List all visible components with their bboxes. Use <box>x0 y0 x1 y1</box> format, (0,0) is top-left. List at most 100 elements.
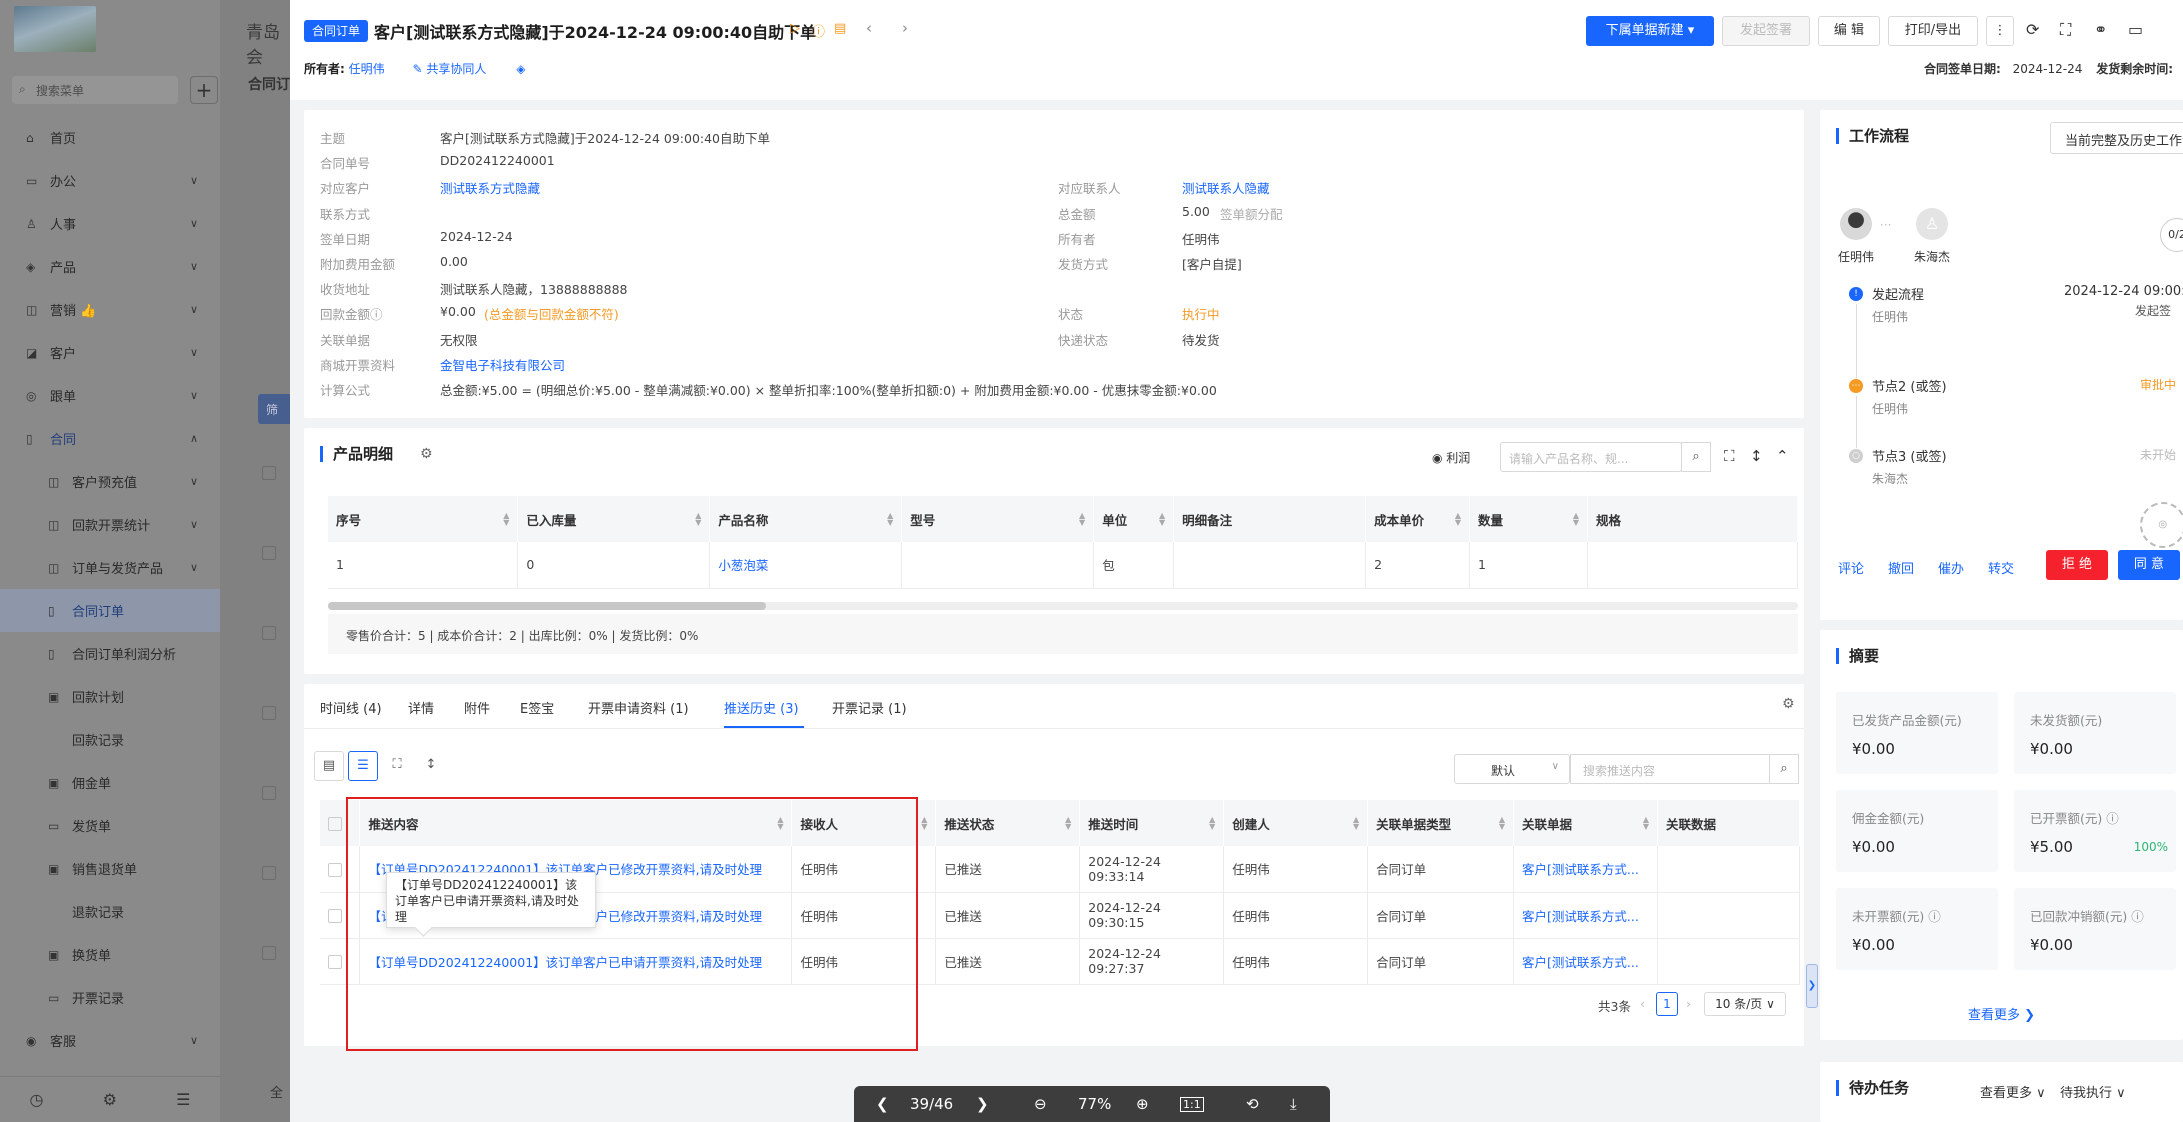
background-filter-button[interactable]: 筛 <box>258 394 292 424</box>
column-header[interactable]: 推送状态 ▲ ▼ <box>935 800 1081 846</box>
column-header[interactable]: 关联数据 <box>1657 800 1800 846</box>
sidebar-item[interactable]: ▭ 发货单 <box>0 804 220 847</box>
profit-toggle[interactable]: ◉ 利润 <box>1432 449 1470 466</box>
background-checkbox[interactable] <box>262 706 276 720</box>
background-checkbox[interactable] <box>262 866 276 880</box>
background-checkbox[interactable] <box>262 626 276 640</box>
zoom-out-icon[interactable]: ⊖ <box>1034 1095 1047 1113</box>
sort-icon[interactable]: ▲ ▼ <box>1643 816 1649 831</box>
tab[interactable]: 详情 <box>408 698 434 717</box>
tag-icon[interactable]: ◈ <box>516 62 525 76</box>
tab[interactable]: 附件 <box>464 698 490 717</box>
sidebar-item[interactable]: ◈ 产品 ∨ <box>0 245 220 288</box>
fullscreen-icon[interactable]: ⛶ <box>2060 20 2071 40</box>
table-cell[interactable]: 客户[测试联系方式... <box>1513 846 1659 893</box>
sidebar-item[interactable]: ◎ 跟单 ∨ <box>0 374 220 417</box>
column-header[interactable]: 成本单价 ▲ ▼ <box>1365 496 1471 542</box>
share-collaborators-link[interactable]: 共享协同人 <box>426 62 486 76</box>
sort-icon[interactable]: ▲ ▼ <box>1209 816 1215 831</box>
window-icon[interactable]: ▭ <box>2128 20 2143 39</box>
column-header[interactable]: 关联单据类型 ▲ ▼ <box>1367 800 1515 846</box>
column-header[interactable]: 型号 ▲ ▼ <box>901 496 1095 542</box>
note-icon[interactable]: ▤ <box>834 21 846 36</box>
workflow-history-button[interactable]: 当前完整及历史工作流 <box>2050 122 2183 154</box>
fullscreen-icon[interactable]: ⛶ <box>382 751 412 781</box>
more-menu-icon[interactable]: ⋮ <box>1986 16 2014 46</box>
sidebar-item[interactable]: ▭ 办公 ∨ <box>0 159 220 202</box>
tab[interactable]: E签宝 <box>520 698 554 717</box>
settings-icon[interactable]: ⚙ <box>103 1090 117 1109</box>
sort-icon[interactable]: ▲ ▼ <box>1353 816 1359 831</box>
sidebar-item[interactable]: ◫ 营销 👍 ∨ <box>0 288 220 331</box>
sort-icon[interactable]: ▲ ▼ <box>1499 816 1505 831</box>
column-header[interactable]: 已入库量 ▲ ▼ <box>517 496 711 542</box>
tab[interactable]: 推送历史 (3) <box>724 698 799 717</box>
list-view-icon[interactable]: ☰ <box>348 751 378 781</box>
actual-size-icon[interactable]: 1:1 <box>1180 1097 1204 1112</box>
page-number[interactable]: 1 <box>1656 992 1678 1016</box>
download-icon[interactable]: ⤓ <box>1290 1095 1297 1113</box>
view-more-link[interactable]: 查看更多 ❯ <box>1968 1004 2035 1023</box>
background-checkbox[interactable] <box>262 466 276 480</box>
zoom-in-icon[interactable]: ⊕ <box>1136 1095 1149 1113</box>
sidebar-item[interactable]: ◫ 回款开票统计 ∨ <box>0 503 220 546</box>
sidebar-item[interactable]: ▣ 佣金单 <box>0 761 220 804</box>
next-page-icon[interactable]: › <box>1686 996 1691 1011</box>
prev-image-icon[interactable]: ❮ <box>876 1095 889 1113</box>
todo-filter-select[interactable]: 待我执行 ∨ <box>2060 1082 2126 1101</box>
sidebar-item[interactable]: ♙ 人事 ∨ <box>0 202 220 245</box>
tab[interactable]: 开票申请资料 (1) <box>588 698 689 717</box>
workflow-action-0[interactable]: 评论 <box>1838 558 1864 577</box>
new-sub-document-button[interactable]: 下属单据新建 ▾ <box>1586 16 1714 46</box>
info-value[interactable]: 金智电子科技有限公司 <box>440 355 565 374</box>
workflow-action-3[interactable]: 转交 <box>1988 558 2014 577</box>
row-height-icon[interactable]: ↕ <box>1750 447 1763 465</box>
background-checkbox[interactable] <box>262 546 276 560</box>
sidebar-item[interactable]: 回款记录 <box>0 718 220 761</box>
sort-icon[interactable]: ▲ ▼ <box>1455 512 1461 527</box>
sort-icon[interactable]: ▲ ▼ <box>503 512 509 527</box>
sidebar-item[interactable]: ▭ 开票记录 <box>0 976 220 1019</box>
approve-button[interactable]: 同 意 <box>2118 550 2180 580</box>
sidebar-item[interactable]: ◉ 客服 ∨ <box>0 1019 220 1062</box>
settings-icon[interactable]: ⚙ <box>420 446 433 462</box>
table-cell[interactable]: 小葱泡菜 <box>709 542 903 589</box>
sidebar-item[interactable]: ◫ 客户预充值 ∨ <box>0 460 220 503</box>
column-header[interactable]: 单位 ▲ ▼ <box>1093 496 1175 542</box>
start-sign-button[interactable]: 发起签署 <box>1722 16 1810 46</box>
column-header[interactable]: 明细备注 <box>1173 496 1367 542</box>
column-header[interactable]: 规格 <box>1587 496 1798 542</box>
alert-icon[interactable]: ⓘ <box>812 21 825 40</box>
checkbox[interactable] <box>328 816 342 831</box>
menu-search-input[interactable]: ⌕ 搜索菜单 <box>12 76 178 104</box>
sidebar-item[interactable]: ◫ 订单与发货产品 ∨ <box>0 546 220 589</box>
sidebar-item[interactable]: ▯ 合同 ∧ <box>0 417 220 460</box>
prev-page-icon[interactable]: ‹ <box>1640 996 1645 1011</box>
checkbox[interactable] <box>328 862 342 877</box>
print-export-button[interactable]: 打印/导出 <box>1888 16 1978 46</box>
row-height-icon[interactable]: ↕ <box>416 751 446 781</box>
column-header[interactable]: 数量 ▲ ▼ <box>1469 496 1588 542</box>
table-horizontal-scrollbar[interactable] <box>328 602 1798 610</box>
owner-link[interactable]: 任明伟 <box>349 62 385 76</box>
checkbox[interactable] <box>328 954 342 969</box>
sidebar-item[interactable]: ▣ 销售退货单 <box>0 847 220 890</box>
add-button[interactable]: + <box>190 76 218 104</box>
sort-icon[interactable]: ▲ ▼ <box>1079 512 1085 527</box>
push-search-input[interactable]: 搜索推送内容 <box>1570 754 1770 784</box>
sort-icon[interactable]: ▲ ▼ <box>1573 512 1579 527</box>
sidebar-item[interactable]: ▯ 合同订单 <box>0 589 220 632</box>
collapse-icon[interactable]: ⌃ <box>1776 447 1789 465</box>
search-icon[interactable]: ⌕ <box>1681 442 1711 472</box>
sidebar-item[interactable]: ▣ 回款计划 <box>0 675 220 718</box>
workflow-action-2[interactable]: 催办 <box>1938 558 1964 577</box>
info-value[interactable]: 测试联系方式隐藏 <box>440 178 540 197</box>
sort-icon[interactable]: ▲ ▼ <box>695 512 701 527</box>
search-icon[interactable]: ⌕ <box>1769 754 1799 784</box>
reject-button[interactable]: 拒 绝 <box>2046 550 2108 580</box>
product-search-input[interactable]: 请输入产品名称、规... <box>1500 442 1682 472</box>
table-cell[interactable]: 客户[测试联系方式... <box>1513 938 1659 985</box>
refresh-icon[interactable]: ⟳ <box>2026 20 2039 39</box>
allocate-link[interactable]: 签单额分配 <box>1220 204 1283 223</box>
sort-icon[interactable]: ▲ ▼ <box>887 512 893 527</box>
